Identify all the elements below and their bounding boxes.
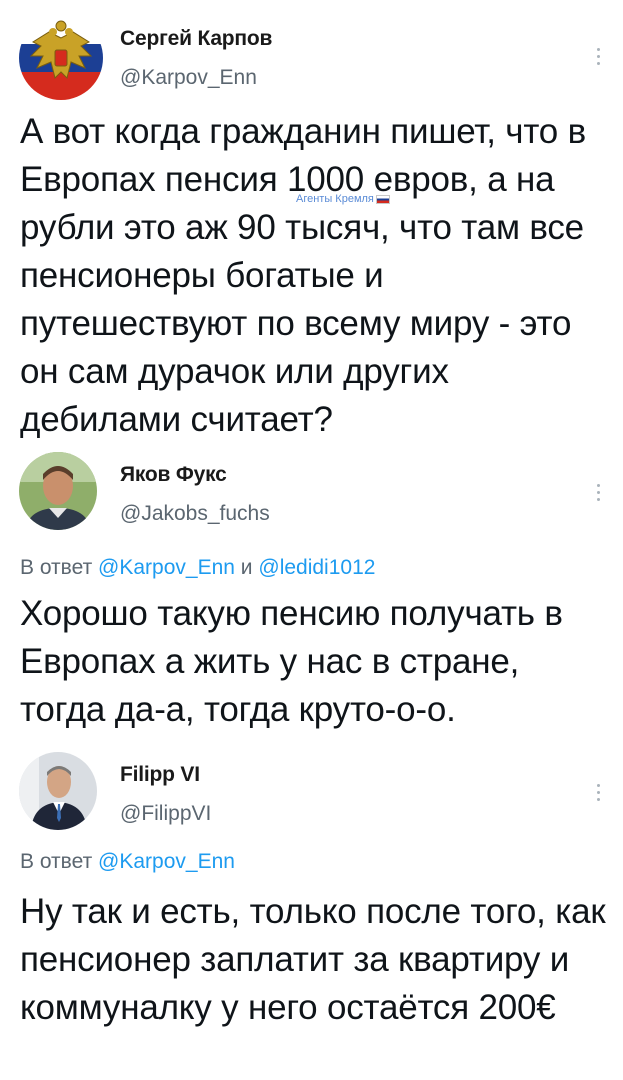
watermark: Агенты Кремля — [296, 193, 390, 205]
reply-mention-link[interactable]: @Karpov_Enn — [98, 850, 235, 873]
tweet-text: Ну так и есть, только после того, как пе… — [20, 892, 606, 1027]
author-handle[interactable]: @Jakobs_fuchs — [120, 502, 270, 526]
author-handle[interactable]: @FilippVI — [120, 802, 211, 826]
reply-prefix: В ответ — [20, 556, 93, 579]
more-options-icon[interactable] — [597, 784, 601, 805]
more-options-icon[interactable] — [597, 48, 601, 69]
author-name[interactable]: Сергей Карпов — [120, 27, 272, 51]
more-options-icon[interactable] — [597, 484, 601, 505]
reply-mention-link[interactable]: @Karpov_Enn — [98, 556, 235, 579]
russian-coat-of-arms-icon — [19, 16, 103, 100]
tweet-text: Хорошо такую пенсию получать в Европах а… — [20, 594, 563, 729]
reply-context: В ответ @Karpov_Enn и @ledidi1012 — [20, 556, 375, 580]
watermark-text: Агенты Кремля — [296, 193, 374, 205]
reply-connector: и — [240, 556, 253, 579]
russian-flag-icon — [375, 194, 390, 204]
man-portrait-icon — [19, 452, 97, 530]
reply-prefix: В ответ — [20, 850, 93, 873]
author-name[interactable]: Filipp VI — [120, 763, 200, 787]
reply-context: В ответ @Karpov_Enn — [20, 850, 235, 874]
avatar-karpov[interactable] — [19, 16, 103, 100]
tweet-text: А вот когда гражданин пишет, что в Европ… — [20, 112, 586, 439]
author-name[interactable]: Яков Фукс — [120, 463, 227, 487]
author-handle[interactable]: @Karpov_Enn — [120, 66, 257, 90]
king-portrait-icon — [19, 752, 97, 830]
avatar-filipp[interactable] — [19, 752, 97, 830]
avatar-fuchs[interactable] — [19, 452, 97, 530]
reply-mention-link[interactable]: @ledidi1012 — [258, 556, 375, 579]
